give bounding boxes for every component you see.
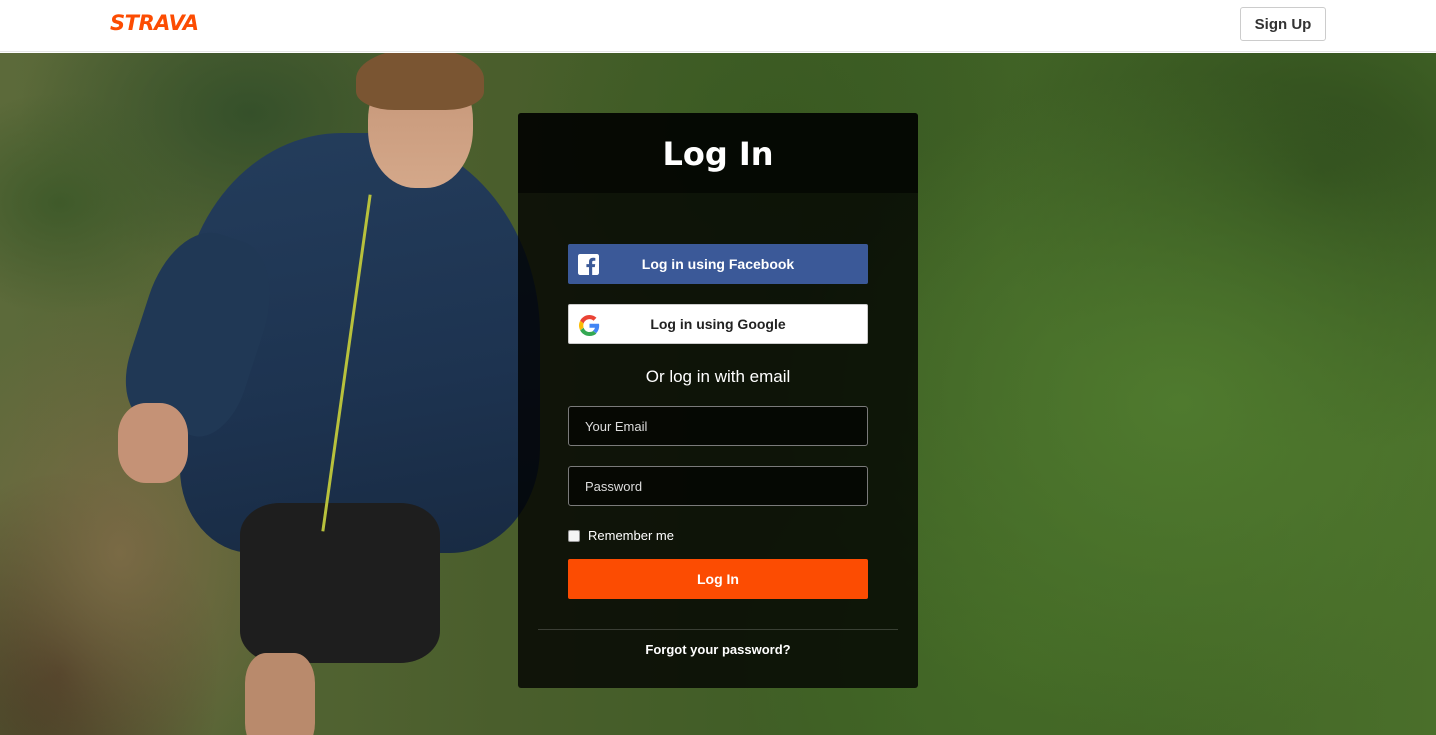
- strava-logo[interactable]: STRAVA: [110, 11, 199, 35]
- top-navbar: STRAVA Sign Up: [0, 0, 1436, 52]
- runner-hair: [356, 53, 484, 110]
- remember-me-label: Remember me: [588, 528, 674, 543]
- login-card-header: Log In: [518, 113, 918, 193]
- signup-button[interactable]: Sign Up: [1240, 7, 1326, 41]
- or-separator-text: Or log in with email: [645, 367, 791, 386]
- runner-shorts: [240, 503, 440, 663]
- password-field[interactable]: [568, 466, 868, 506]
- google-icon: [579, 315, 600, 336]
- runner-hand: [118, 403, 188, 483]
- forgot-password-link[interactable]: Forgot your password?: [518, 642, 918, 657]
- google-login-label: Log in using Google: [650, 316, 786, 332]
- login-title: Log In: [662, 135, 774, 173]
- facebook-login-label: Log in using Facebook: [641, 256, 795, 272]
- login-submit-button[interactable]: Log In: [568, 559, 868, 599]
- facebook-icon: [578, 254, 599, 275]
- remember-me-checkbox[interactable]: [568, 529, 580, 542]
- google-login-button[interactable]: Log in using Google: [568, 304, 868, 344]
- login-card: Log In Log in using Facebook Log in usin…: [518, 113, 918, 688]
- email-field[interactable]: [568, 406, 868, 446]
- card-divider: [538, 629, 898, 630]
- remember-me-row[interactable]: Remember me: [568, 528, 674, 543]
- runner-leg: [245, 653, 315, 735]
- facebook-login-button[interactable]: Log in using Facebook: [568, 244, 868, 284]
